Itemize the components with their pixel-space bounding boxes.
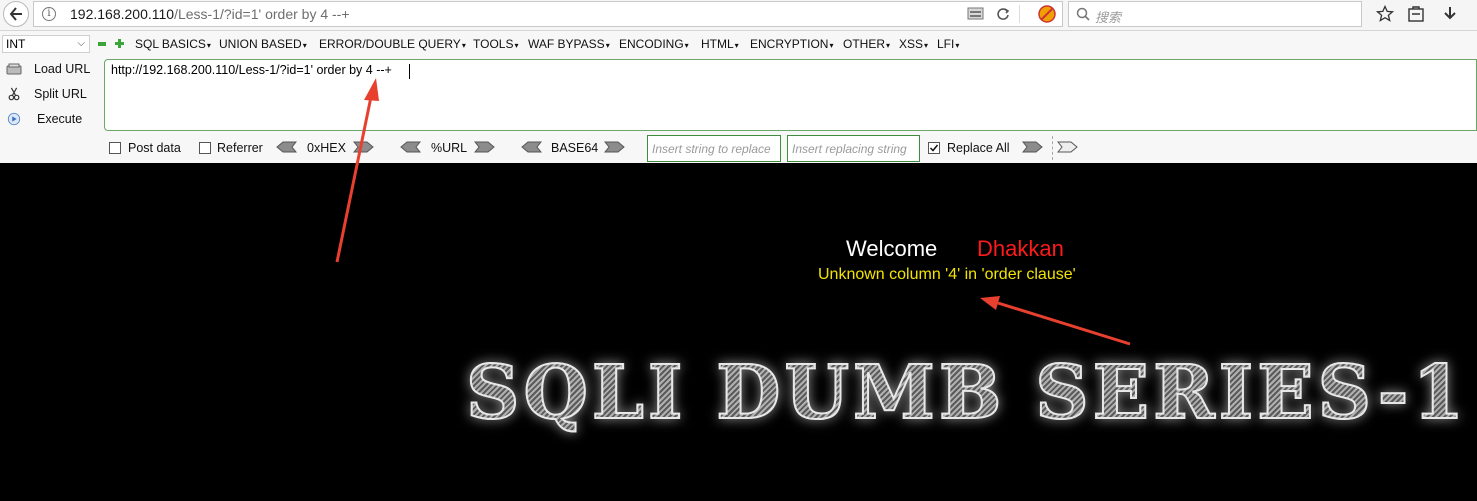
download-icon[interactable] xyxy=(1441,5,1459,23)
post-data-checkbox[interactable] xyxy=(109,142,121,154)
browser-navbar: i 192.168.200.110/Less-1/?id=1' order by… xyxy=(0,0,1477,31)
address-bar-text: 192.168.200.110/Less-1/?id=1' order by 4… xyxy=(70,6,350,22)
load-url-icon xyxy=(6,63,22,75)
referrer-checkbox[interactable] xyxy=(199,142,211,154)
minus-icon[interactable] xyxy=(97,40,107,48)
menu-html[interactable]: HTML xyxy=(701,37,739,51)
load-url-label: Load URL xyxy=(34,62,91,76)
sql-error-message: Unknown column '4' in 'order clause' xyxy=(818,266,1076,283)
search-icon xyxy=(1076,7,1090,21)
menu-xss[interactable]: XSS xyxy=(899,37,928,51)
search-bar[interactable]: 搜索 xyxy=(1068,1,1362,27)
menu-union-based[interactable]: UNION BASED xyxy=(219,37,307,51)
back-button[interactable] xyxy=(3,1,29,27)
search-placeholder: 搜索 xyxy=(1095,10,1122,25)
post-data-label: Post data xyxy=(128,141,181,155)
scissors-icon xyxy=(8,87,20,101)
load-url-button[interactable]: Load URL xyxy=(4,59,100,81)
hex-label: 0xHEX xyxy=(307,141,346,155)
encode-base64-arrow-icon[interactable] xyxy=(604,141,626,153)
decode-base64-arrow-icon[interactable] xyxy=(520,141,542,153)
divider xyxy=(1019,5,1020,23)
split-url-button[interactable]: Split URL xyxy=(4,84,100,106)
divider xyxy=(1052,136,1054,160)
type-select[interactable]: INT ⌵ xyxy=(2,35,90,53)
encode-url-arrow-icon[interactable] xyxy=(474,141,496,153)
replace-right-arrow-icon[interactable] xyxy=(1057,141,1079,153)
checkmark-icon xyxy=(929,144,939,152)
username-text: Dhakkan xyxy=(977,236,1064,261)
reader-view-icon[interactable] xyxy=(966,6,986,22)
url-textarea[interactable]: http://192.168.200.110/Less-1/?id=1' ord… xyxy=(104,59,1477,131)
text-cursor xyxy=(409,64,410,79)
welcome-text: Welcome xyxy=(846,236,938,261)
replace-all-label: Replace All xyxy=(947,141,1010,155)
replace-arrow-icon[interactable] xyxy=(1022,141,1044,153)
execute-button[interactable]: Execute xyxy=(4,109,100,131)
back-arrow-icon xyxy=(9,7,22,21)
menu-error-double-query[interactable]: ERROR/DOUBLE QUERY xyxy=(319,37,466,51)
info-icon[interactable]: i xyxy=(42,7,56,21)
decode-url-arrow-icon[interactable] xyxy=(399,141,421,153)
address-bar[interactable]: i 192.168.200.110/Less-1/?id=1' order by… xyxy=(33,1,1063,27)
menu-tools[interactable]: TOOLS xyxy=(473,37,518,51)
menu-other[interactable]: OTHER xyxy=(843,37,890,51)
execute-icon xyxy=(7,112,21,126)
menu-lfi[interactable]: LFI xyxy=(937,37,959,51)
noscript-icon[interactable] xyxy=(1038,5,1056,23)
menu-sql-basics[interactable]: SQL BASICS xyxy=(135,37,211,51)
plus-icon[interactable] xyxy=(114,38,125,49)
annotation-arrow-to-error xyxy=(980,296,1131,346)
library-icon[interactable] xyxy=(1407,5,1425,23)
bookmark-star-icon[interactable] xyxy=(1376,5,1394,23)
base64-label: BASE64 xyxy=(551,141,599,155)
replace-all-checkbox[interactable] xyxy=(928,142,940,154)
url-textarea-value: http://192.168.200.110/Less-1/?id=1' ord… xyxy=(111,63,392,77)
execute-label: Execute xyxy=(37,112,83,126)
decode-hex-arrow-icon[interactable] xyxy=(275,141,297,153)
menu-waf-bypass[interactable]: WAF BYPASS xyxy=(528,37,610,51)
reload-icon[interactable] xyxy=(996,7,1010,21)
encode-hex-arrow-icon[interactable] xyxy=(353,141,375,153)
menu-encoding[interactable]: ENCODING xyxy=(619,37,689,51)
banner-title: SQLI DUMB SERIES-1 xyxy=(465,349,1468,437)
replacing-string-input[interactable]: Insert replacing string xyxy=(787,135,920,162)
chevron-down-icon: ⌵ xyxy=(77,38,85,49)
type-select-value: INT xyxy=(6,37,26,51)
referrer-label: Referrer xyxy=(217,141,263,155)
split-url-label: Split URL xyxy=(34,87,87,101)
url-encode-label: %URL xyxy=(431,141,468,155)
menu-encryption[interactable]: ENCRYPTION xyxy=(750,37,833,51)
url-path: /Less-1/?id=1' order by 4 --+ xyxy=(174,6,350,22)
url-host: 192.168.200.110 xyxy=(70,6,175,22)
replace-string-input[interactable]: Insert string to replace xyxy=(647,135,781,162)
